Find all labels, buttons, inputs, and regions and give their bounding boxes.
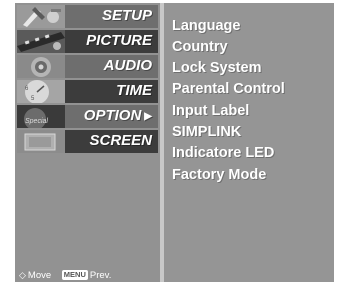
speaker-icon — [17, 55, 65, 78]
tab-picture[interactable]: PICTURE — [15, 29, 160, 54]
tab-label: SCREEN — [89, 132, 152, 149]
tab-setup[interactable]: SETUP — [15, 4, 160, 29]
tab-label: SETUP — [101, 7, 152, 24]
menu-key-badge: MENU — [61, 270, 88, 280]
tab-label: AUDIO — [103, 57, 152, 74]
move-arrows-icon: ◇ — [19, 270, 26, 280]
tab-screen[interactable]: SCREEN — [15, 129, 160, 154]
menu-item-parental-control[interactable]: Parental Control — [172, 81, 285, 97]
move-label: Move — [27, 270, 52, 281]
osd-menu: SETUP PICTURE AUDIO 6 5 TIME Special OPT… — [15, 3, 334, 282]
menu-item-input-label[interactable]: Input Label — [172, 103, 249, 119]
menu-item-language[interactable]: Language — [172, 18, 240, 34]
prev-label: Prev. — [89, 270, 112, 281]
option-icon: Special — [17, 105, 65, 128]
tab-label: OPTION ▶ — [83, 107, 152, 124]
screen-icon — [17, 130, 65, 153]
svg-text:Special: Special — [25, 118, 48, 125]
menu-item-factory-mode[interactable]: Factory Mode — [172, 167, 266, 183]
option-submenu: Language Country Lock System Parental Co… — [164, 3, 334, 282]
menu-item-lock-system[interactable]: Lock System — [172, 60, 261, 76]
tab-option[interactable]: Special OPTION ▶ — [15, 104, 160, 129]
menu-item-country[interactable]: Country — [172, 39, 228, 55]
menu-item-simplink[interactable]: SIMPLINK — [172, 124, 241, 140]
selected-arrow-icon: ▶ — [144, 111, 152, 122]
menu-item-indicator-led[interactable]: Indicatore LED — [172, 145, 274, 161]
film-icon — [17, 30, 65, 53]
tab-time[interactable]: 6 5 TIME — [15, 79, 160, 104]
tab-label: TIME — [116, 82, 152, 99]
menu-tab-panel: SETUP PICTURE AUDIO 6 5 TIME Special OPT… — [15, 3, 160, 282]
clock-icon: 6 5 — [17, 80, 65, 103]
tab-label: PICTURE — [86, 32, 152, 49]
tab-audio[interactable]: AUDIO — [15, 54, 160, 79]
tools-icon — [17, 5, 65, 28]
navigation-hint: ◇ Move MENU Prev. — [19, 269, 111, 281]
